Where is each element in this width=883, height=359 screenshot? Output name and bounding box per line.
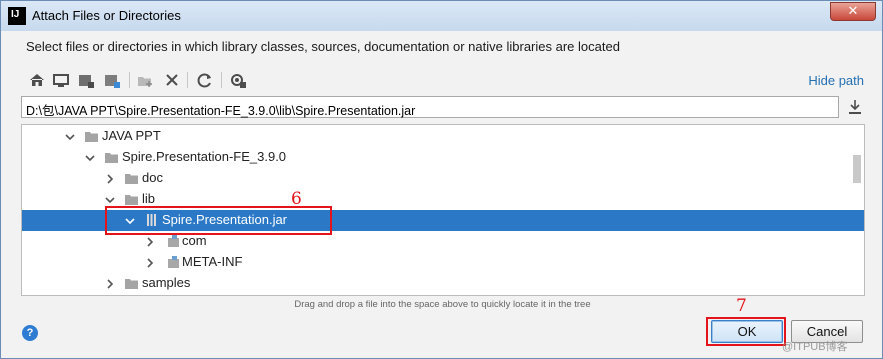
drag-drop-hint: Drag and drop a file into the space abov… — [294, 299, 591, 310]
folder-icon — [124, 276, 139, 290]
download-icon[interactable] — [847, 98, 863, 116]
tree-item-label: lib — [142, 191, 156, 206]
desktop-icon[interactable] — [50, 69, 72, 91]
folder-icon — [124, 171, 139, 185]
package-icon — [166, 255, 181, 269]
new-folder-icon[interactable] — [134, 69, 156, 91]
file-chooser-toolbar: Hide path — [21, 69, 866, 93]
tree-item-label: META-INF — [182, 254, 243, 269]
toolbar-separator — [129, 72, 130, 88]
delete-icon[interactable] — [161, 69, 183, 91]
help-button[interactable]: ? — [22, 325, 38, 341]
module-icon[interactable] — [101, 69, 123, 91]
chevron-right-icon[interactable] — [104, 172, 116, 184]
hide-path-link[interactable]: Hide path — [808, 73, 864, 88]
folder-icon — [84, 129, 99, 143]
tree-item-doc[interactable]: doc — [22, 168, 864, 189]
chevron-down-icon[interactable] — [104, 193, 116, 205]
watermark: @ITPUB博客 — [782, 341, 848, 353]
close-button[interactable]: ✕ — [830, 2, 876, 21]
tree-item-label: JAVA PPT — [102, 128, 161, 143]
annotation-box-ok — [706, 317, 786, 346]
refresh-icon[interactable] — [194, 69, 216, 91]
project-icon[interactable] — [75, 69, 97, 91]
tree-item-label: Spire.Presentation-FE_3.9.0 — [122, 149, 287, 164]
tree-item-samples[interactable]: samples — [22, 273, 864, 294]
tree-scrollbar-thumb[interactable] — [853, 155, 861, 183]
annotation-step-7: 7 — [736, 296, 747, 316]
path-input[interactable]: D:\包\JAVA PPT\Spire.Presentation-FE_3.9.… — [21, 96, 839, 118]
dialog-title: Attach Files or Directories — [32, 8, 181, 23]
intellij-app-icon: IJ — [8, 7, 26, 25]
chevron-right-icon[interactable] — [144, 235, 156, 247]
chevron-right-icon[interactable] — [144, 256, 156, 268]
tree-item-spire-presentation-fe[interactable]: Spire.Presentation-FE_3.9.0 — [22, 147, 864, 168]
tree-item-meta-inf[interactable]: META-INF — [22, 252, 864, 273]
folder-icon — [124, 192, 139, 206]
chevron-down-icon[interactable] — [64, 130, 76, 142]
title-bar: IJ Attach Files or Directories ✕ — [1, 1, 882, 31]
toolbar-separator — [187, 72, 188, 88]
attach-files-dialog: IJ Attach Files or Directories ✕ Select … — [0, 0, 883, 359]
tree-item-java-ppt[interactable]: JAVA PPT — [22, 126, 864, 147]
folder-icon — [104, 150, 119, 164]
tree-item-label: doc — [142, 170, 163, 185]
annotation-step-6: 6 — [291, 189, 302, 209]
show-hidden-icon[interactable] — [227, 69, 249, 91]
tree-item-label: com — [182, 233, 207, 248]
package-icon — [166, 234, 181, 248]
chevron-right-icon[interactable] — [104, 277, 116, 289]
annotation-box-jar — [105, 206, 332, 235]
home-icon[interactable] — [26, 69, 48, 91]
toolbar-separator — [221, 72, 222, 88]
instructions-text: Select files or directories in which lib… — [26, 39, 620, 54]
chevron-down-icon[interactable] — [84, 151, 96, 163]
tree-item-label: samples — [142, 275, 191, 290]
